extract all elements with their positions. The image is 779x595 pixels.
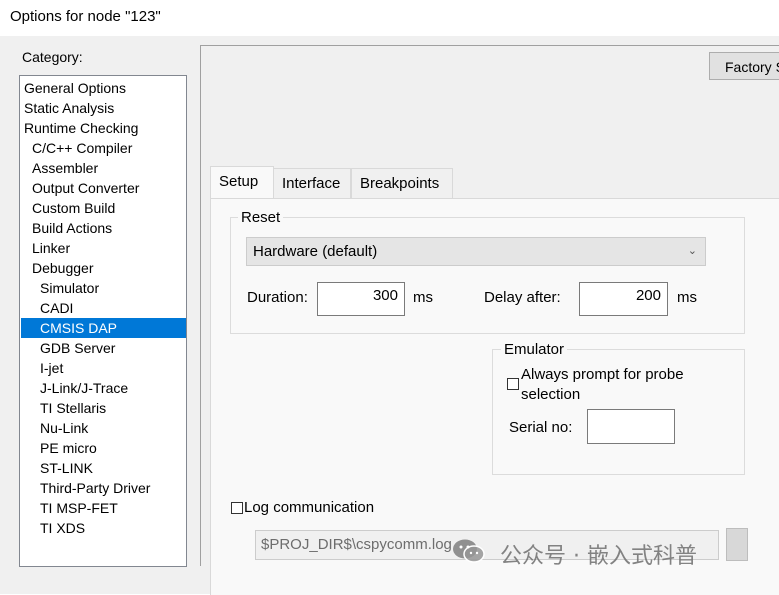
category-item-ti-stellaris[interactable]: TI Stellaris	[21, 398, 186, 418]
factory-settings-button[interactable]: Factory S	[709, 52, 779, 80]
title-bar: Options for node "123"	[0, 0, 779, 36]
category-item-ti-msp-fet[interactable]: TI MSP-FET	[21, 498, 186, 518]
category-item-linker[interactable]: Linker	[21, 238, 186, 258]
category-item-i-jet[interactable]: I-jet	[21, 358, 186, 378]
reset-group	[230, 217, 745, 334]
delay-after-input[interactable]: 200	[579, 282, 668, 316]
tab-interface[interactable]: Interface	[273, 168, 351, 198]
category-item-st-link[interactable]: ST-LINK	[21, 458, 186, 478]
reset-group-title: Reset	[238, 209, 284, 226]
always-prompt-label-line2: selection	[521, 386, 581, 403]
category-item-simulator[interactable]: Simulator	[21, 278, 186, 298]
delay-after-unit: ms	[677, 289, 697, 306]
tab-breakpoints[interactable]: Breakpoints	[351, 168, 453, 198]
category-list[interactable]: General Options Static Analysis Runtime Ch…	[19, 75, 187, 567]
category-item-cmsis-dap[interactable]: CMSIS DAP	[21, 318, 186, 338]
delay-after-label: Delay after:	[484, 289, 561, 306]
category-item-nu-link[interactable]: Nu-Link	[21, 418, 186, 438]
category-item-gdb-server[interactable]: GDB Server	[21, 338, 186, 358]
duration-input[interactable]: 300	[317, 282, 405, 316]
category-item-debugger[interactable]: Debugger	[21, 258, 186, 278]
category-label: Category:	[22, 49, 83, 65]
duration-label: Duration:	[247, 289, 308, 306]
wechat-icon	[453, 539, 485, 563]
log-communication-label: Log communication	[244, 499, 375, 516]
category-item-output-converter[interactable]: Output Converter	[21, 178, 186, 198]
reset-mode-dropdown[interactable]: Hardware (default) ⌄	[246, 237, 706, 266]
always-prompt-checkbox[interactable]	[507, 378, 519, 390]
reset-mode-value: Hardware (default)	[253, 243, 378, 260]
category-item-c-c-compiler[interactable]: C/C++ Compiler	[21, 138, 186, 158]
category-item-third-party-driver[interactable]: Third-Party Driver	[21, 478, 186, 498]
window-title: Options for node "123"	[10, 8, 161, 25]
category-item-j-link-j-trace[interactable]: J-Link/J-Trace	[21, 378, 186, 398]
log-communication-checkbox[interactable]	[231, 502, 243, 514]
category-item-assembler[interactable]: Assembler	[21, 158, 186, 178]
always-prompt-label: Always prompt for probe selection	[521, 365, 684, 405]
category-item-static-analysis[interactable]: Static Analysis	[21, 98, 184, 118]
serial-no-input[interactable]	[587, 409, 675, 444]
watermark-text: 公众号 · 嵌入式科普	[500, 544, 697, 569]
category-item-runtime-checking[interactable]: Runtime Checking	[21, 118, 184, 138]
serial-no-label: Serial no:	[509, 419, 573, 436]
log-browse-button[interactable]	[726, 528, 748, 561]
category-item-build-actions[interactable]: Build Actions	[21, 218, 186, 238]
category-item-custom-build[interactable]: Custom Build	[21, 198, 186, 218]
category-item-ti-xds[interactable]: TI XDS	[21, 518, 186, 538]
always-prompt-label-line1: Always prompt for probe	[521, 366, 684, 383]
chevron-down-icon: ⌄	[687, 245, 697, 257]
tab-setup[interactable]: Setup	[210, 166, 274, 199]
category-item-pe-micro[interactable]: PE micro	[21, 438, 186, 458]
duration-unit: ms	[413, 289, 433, 306]
category-item-general-options[interactable]: General Options	[21, 78, 184, 98]
emulator-group-title: Emulator	[501, 341, 568, 358]
category-item-cadi[interactable]: CADI	[21, 298, 186, 318]
